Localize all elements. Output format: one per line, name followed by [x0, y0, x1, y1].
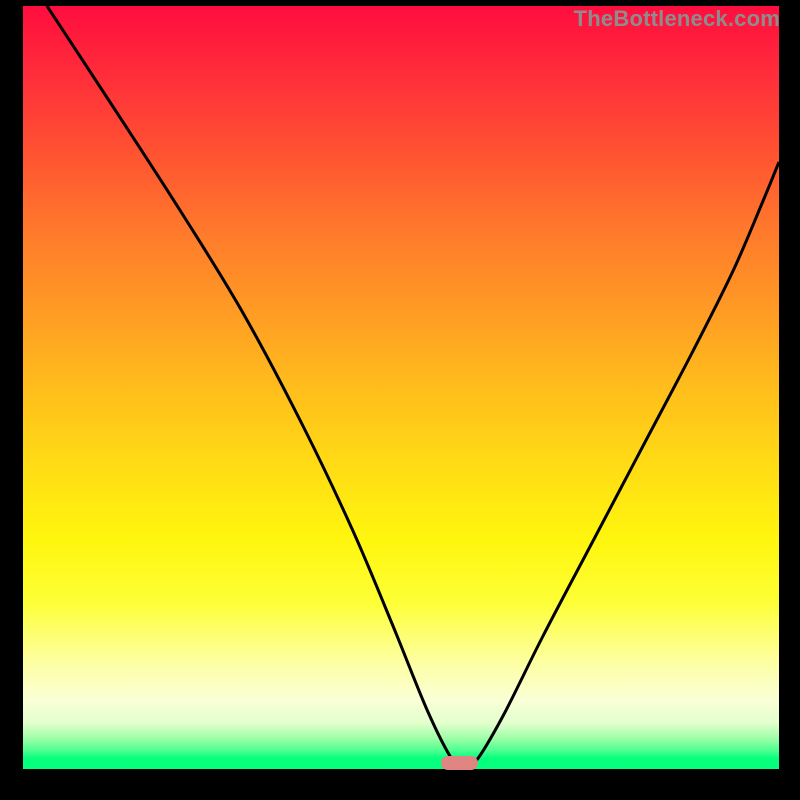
plot-area [23, 6, 779, 769]
optimal-marker [441, 756, 478, 770]
watermark-text: TheBottleneck.com [574, 6, 780, 32]
bottleneck-curve [47, 6, 779, 767]
chart-frame: TheBottleneck.com [0, 0, 800, 800]
curve-svg [23, 6, 779, 769]
